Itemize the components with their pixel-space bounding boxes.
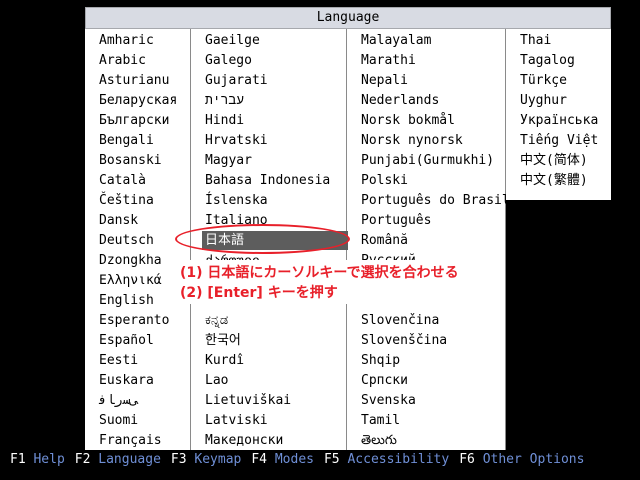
language-option[interactable]: Italiano — [202, 211, 268, 230]
language-option[interactable]: Română — [358, 231, 408, 250]
language-option[interactable]: Ελληνικά — [96, 271, 162, 290]
language-option[interactable]: Bosanski — [96, 151, 162, 170]
function-key-label: Modes — [274, 452, 314, 467]
language-list: Amharic Arabic Asturianu Беларуская Българск… — [85, 29, 611, 450]
language-option[interactable]: Български — [96, 111, 169, 130]
language-option[interactable]: Nederlands — [358, 91, 439, 110]
language-column-2: Gaeilge Galego Gujarati עברית Hindi Hrvatski M… — [191, 29, 348, 450]
language-option[interactable]: Uyghur — [517, 91, 567, 110]
function-key-f5[interactable]: F5 Accessibility — [324, 451, 449, 469]
language-option[interactable]: 日本語 — [202, 231, 348, 250]
language-option[interactable]: ﻰﺳﺭﺎﻓ — [96, 391, 138, 410]
language-option[interactable]: Slovenčina — [358, 311, 439, 330]
instruction-step-1: (1) 日本語にカーソルキーで選択を合わせる — [180, 265, 459, 281]
language-option[interactable]: Gujarati — [202, 71, 268, 90]
language-option[interactable]: Arabic — [96, 51, 146, 70]
language-option[interactable]: 中文(繁體) — [517, 171, 588, 190]
language-option[interactable]: Galego — [202, 51, 252, 70]
function-key-f3[interactable]: F3 Keymap — [171, 451, 241, 469]
language-option[interactable]: Gaeilge — [202, 31, 260, 50]
language-option[interactable]: Malayalam — [358, 31, 431, 50]
function-key-code: F2 — [74, 452, 91, 467]
language-option[interactable]: Dansk — [96, 211, 138, 230]
language-option[interactable]: Dzongkha — [96, 251, 162, 270]
function-key-f1[interactable]: F1 Help — [10, 451, 65, 469]
function-key-code: F6 — [459, 452, 475, 467]
language-option[interactable]: Hindi — [202, 111, 244, 130]
language-column-4: Thai Tagalog Türkçe Uyghur Українська Tiếng V… — [506, 29, 611, 200]
language-option[interactable]: తెలుగు — [358, 431, 397, 450]
language-option[interactable]: Nepali — [358, 71, 408, 90]
language-option[interactable]: ಕನ್ನಡ — [202, 311, 228, 330]
language-option[interactable]: Kurdî — [202, 351, 244, 370]
language-option[interactable]: Polski — [358, 171, 408, 190]
language-option[interactable]: 한국어 — [202, 331, 241, 350]
language-option[interactable]: Norsk bokmål — [358, 111, 455, 130]
language-option[interactable]: Punjabi(Gurmukhi) — [358, 151, 494, 170]
language-option[interactable]: Português do Brasil — [358, 191, 510, 210]
language-column-1: Amharic Arabic Asturianu Беларуская Българск… — [85, 29, 191, 450]
function-key-code: F1 — [10, 452, 26, 467]
language-option[interactable]: Lietuviškai — [202, 391, 291, 410]
language-option[interactable]: Amharic — [96, 31, 154, 50]
function-key-label: Language — [98, 452, 161, 467]
language-option[interactable]: Hrvatski — [202, 131, 268, 150]
function-key-label: Other Options — [482, 452, 585, 467]
language-option[interactable]: Lao — [202, 371, 228, 390]
language-option[interactable]: Slovenščina — [358, 331, 447, 350]
language-option[interactable]: Português — [358, 211, 431, 230]
language-option[interactable]: עברית — [202, 91, 244, 110]
instruction-step-2: (2) [Enter] キーを押す — [180, 285, 338, 301]
language-option[interactable]: Eesti — [96, 351, 138, 370]
function-key-f6[interactable]: F6 Other Options — [459, 451, 584, 469]
language-option[interactable]: Norsk nynorsk — [358, 131, 463, 150]
function-key-bar: F1 Help F2 Language F3 Keymap F4 Modes F5 Ac… — [10, 451, 594, 469]
language-option[interactable]: Bahasa Indonesia — [202, 171, 330, 190]
language-option[interactable]: Euskara — [96, 371, 154, 390]
language-option[interactable]: Македонски — [202, 431, 283, 450]
language-option[interactable]: Беларуская — [96, 91, 177, 110]
language-option[interactable]: Tagalog — [517, 51, 575, 70]
instruction-callout: (1) 日本語にカーソルキーで選択を合わせる (2) [Enter] キーを押す — [173, 260, 505, 304]
language-option[interactable]: Français — [96, 431, 162, 450]
language-option[interactable]: Svenska — [358, 391, 416, 410]
function-key-code: F4 — [251, 452, 268, 467]
language-option[interactable]: Bengali — [96, 131, 154, 150]
language-option[interactable]: Thai — [517, 31, 551, 50]
language-option[interactable]: Українська — [517, 111, 598, 130]
function-key-f2[interactable]: F2 Language — [75, 451, 161, 469]
function-key-f4[interactable]: F4 Modes — [251, 451, 314, 469]
language-option[interactable]: Español — [96, 331, 154, 350]
language-option[interactable]: Suomi — [96, 411, 138, 430]
language-option[interactable]: Magyar — [202, 151, 252, 170]
language-option[interactable]: Türkçe — [517, 71, 567, 90]
function-key-code: F5 — [323, 452, 340, 467]
language-column-3: Malayalam Marathi Nepali Nederlands Norsk bo… — [347, 29, 510, 450]
function-key-label: Keymap — [194, 452, 242, 467]
language-option[interactable]: Marathi — [358, 51, 416, 70]
language-option[interactable]: Shqip — [358, 351, 400, 370]
language-option[interactable]: Tamil — [358, 411, 400, 430]
dialog-title: Language — [85, 7, 611, 29]
language-option[interactable]: English — [96, 291, 154, 310]
language-option[interactable]: Tiếng Việt — [517, 131, 598, 150]
function-key-label: Accessibility — [347, 452, 450, 467]
empty-area — [506, 200, 611, 450]
language-option[interactable]: Čeština — [96, 191, 154, 210]
language-option[interactable]: Asturianu — [96, 71, 169, 90]
function-key-code: F3 — [170, 452, 187, 467]
language-option[interactable]: Català — [96, 171, 146, 190]
language-option[interactable]: Deutsch — [96, 231, 154, 250]
language-dialog: Language Amharic Arabic Asturianu Беларуска… — [85, 7, 611, 450]
language-option[interactable]: Српски — [358, 371, 408, 390]
language-option[interactable]: Latviski — [202, 411, 268, 430]
function-key-label: Help — [33, 452, 65, 467]
language-option[interactable]: Íslenska — [202, 191, 268, 210]
language-option[interactable]: 中文(简体) — [517, 151, 588, 170]
language-option[interactable]: Esperanto — [96, 311, 169, 330]
